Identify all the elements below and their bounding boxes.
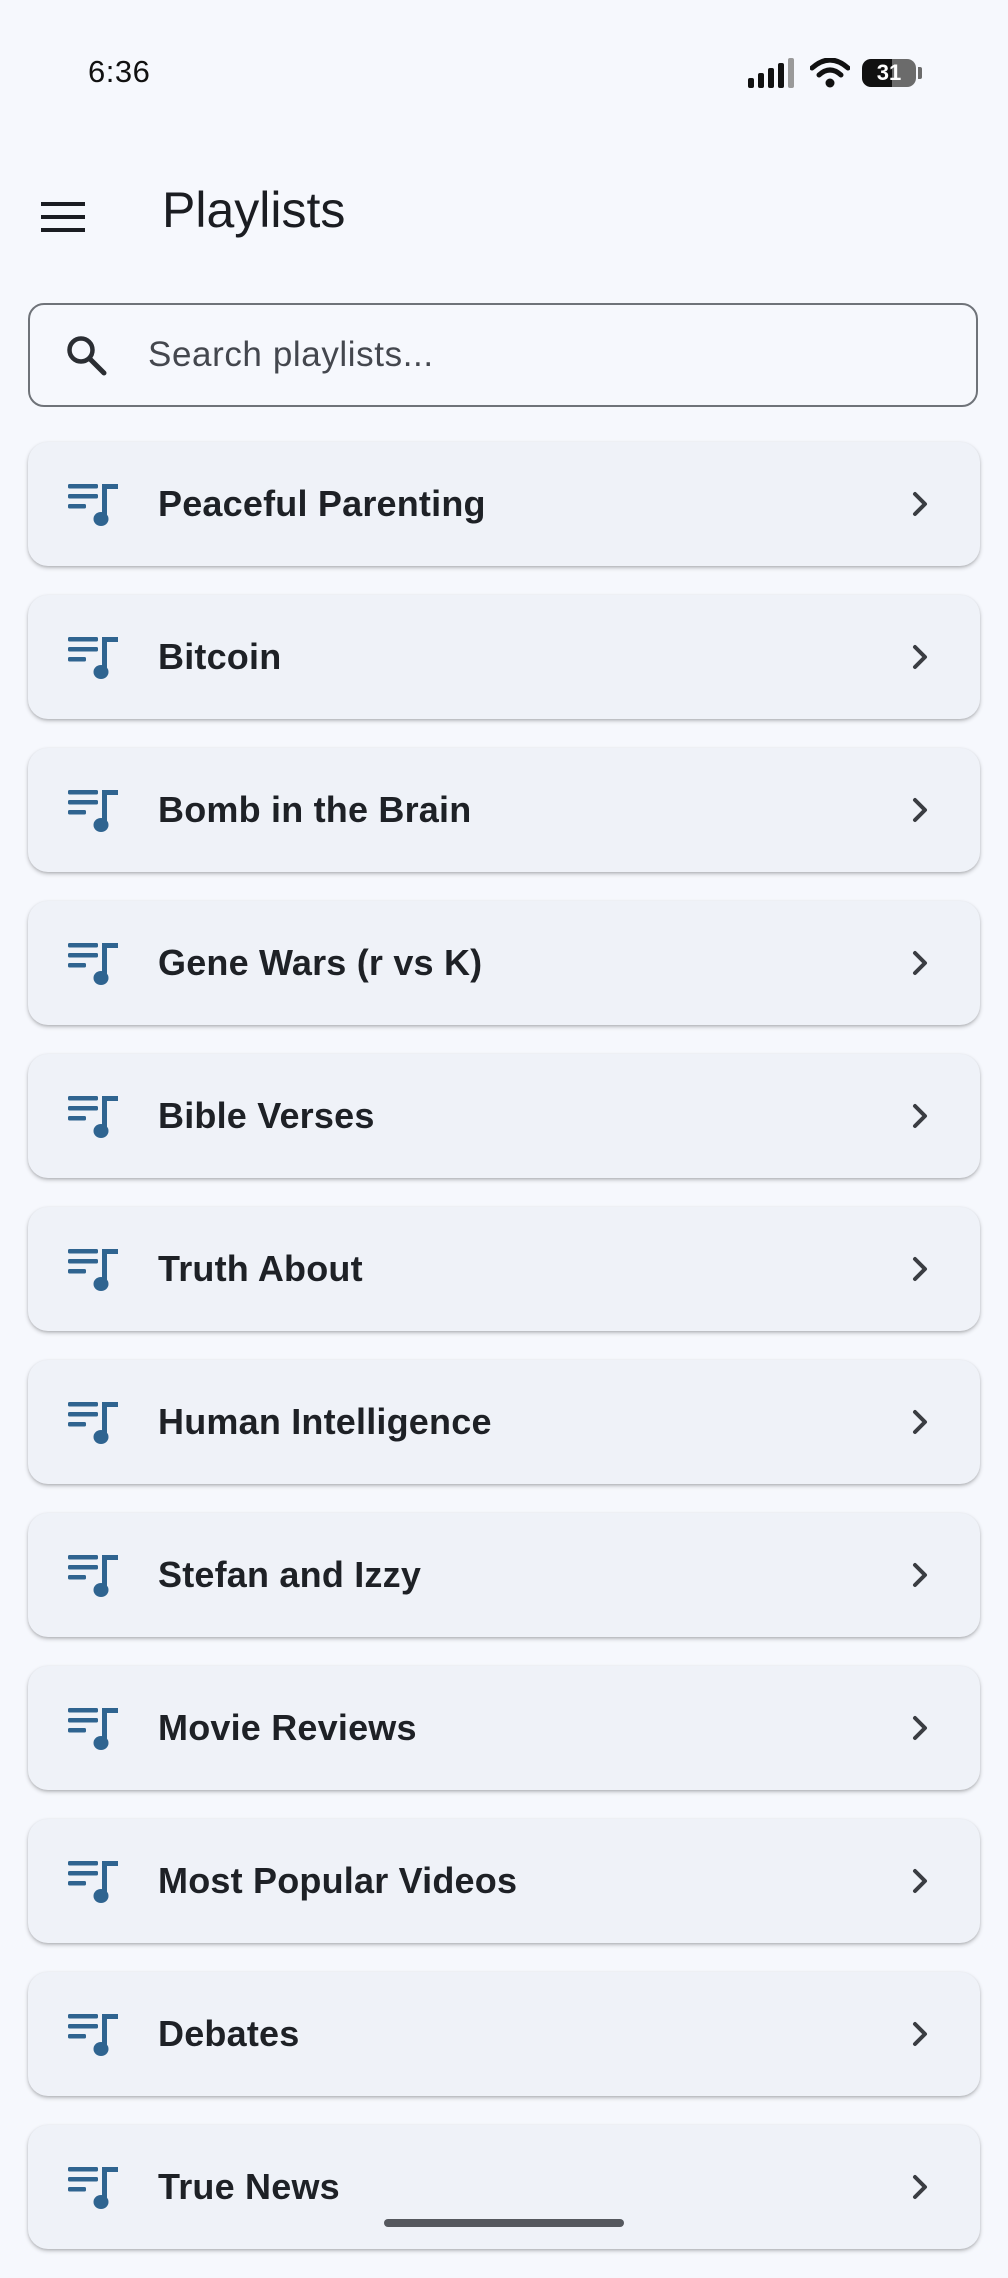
playlist-music-icon bbox=[68, 943, 118, 985]
battery-percentage: 31 bbox=[876, 60, 902, 85]
menu-button[interactable] bbox=[28, 182, 98, 252]
playlist-name: Debates bbox=[158, 2013, 300, 2054]
chevron-right-icon bbox=[913, 1716, 927, 1740]
playlist-item[interactable]: Gene Wars (r vs K) bbox=[28, 901, 980, 1025]
playlist-name: Human Intelligence bbox=[158, 1401, 492, 1442]
playlist-item[interactable]: Bible Verses bbox=[28, 1054, 980, 1178]
chevron-right-icon bbox=[913, 1104, 927, 1128]
playlist-item[interactable]: Most Popular Videos bbox=[28, 1819, 980, 1943]
playlist-item[interactable]: Bomb in the Brain bbox=[28, 748, 980, 872]
chevron-right-icon bbox=[913, 1257, 927, 1281]
playlist-music-icon bbox=[68, 1555, 118, 1597]
chevron-right-icon bbox=[913, 798, 927, 822]
status-bar: 6:36 31 bbox=[0, 0, 1008, 150]
page-title: Playlists bbox=[162, 182, 346, 238]
playlist-list: Peaceful Parenting Bitcoin Bomb in the B bbox=[28, 442, 980, 2278]
hamburger-menu-icon bbox=[41, 202, 85, 232]
chevron-right-icon bbox=[913, 492, 927, 516]
playlist-music-icon bbox=[68, 1708, 118, 1750]
chevron-right-icon bbox=[913, 2175, 927, 2199]
playlist-name: Bible Verses bbox=[158, 1095, 375, 1136]
chevron-right-icon bbox=[913, 1410, 927, 1434]
status-time: 6:36 bbox=[88, 54, 151, 89]
status-icons: 31 bbox=[748, 56, 922, 90]
playlist-item[interactable]: Movie Reviews bbox=[28, 1666, 980, 1790]
playlist-music-icon bbox=[68, 637, 118, 679]
playlist-music-icon bbox=[68, 790, 118, 832]
home-indicator[interactable] bbox=[384, 2219, 624, 2227]
playlist-name: True News bbox=[158, 2166, 340, 2207]
app-bar: Playlists bbox=[0, 160, 1008, 260]
playlist-name: Gene Wars (r vs K) bbox=[158, 942, 483, 983]
playlist-item[interactable]: Human Intelligence bbox=[28, 1360, 980, 1484]
playlist-music-icon bbox=[68, 1402, 118, 1444]
playlist-name: Truth About bbox=[158, 1248, 363, 1289]
chevron-right-icon bbox=[913, 1869, 927, 1893]
playlist-music-icon bbox=[68, 2014, 118, 2056]
playlist-item[interactable]: True News bbox=[28, 2125, 980, 2249]
playlist-name: Bitcoin bbox=[158, 636, 282, 677]
playlist-item[interactable]: Bitcoin bbox=[28, 595, 980, 719]
wifi-icon bbox=[810, 58, 850, 88]
playlist-music-icon bbox=[68, 1249, 118, 1291]
playlist-name: Most Popular Videos bbox=[158, 1860, 518, 1901]
cellular-signal-icon bbox=[748, 58, 794, 88]
chevron-right-icon bbox=[913, 1563, 927, 1587]
playlist-item[interactable]: Peaceful Parenting bbox=[28, 442, 980, 566]
playlist-name: Peaceful Parenting bbox=[158, 483, 486, 524]
playlist-name: Stefan and Izzy bbox=[158, 1554, 422, 1595]
battery-icon: 31 bbox=[862, 59, 922, 87]
chevron-right-icon bbox=[913, 951, 927, 975]
playlist-music-icon bbox=[68, 1861, 118, 1903]
playlist-item[interactable]: Stefan and Izzy bbox=[28, 1513, 980, 1637]
playlist-item[interactable]: Truth About bbox=[28, 1207, 980, 1331]
search-box[interactable] bbox=[28, 303, 978, 407]
playlist-name: Movie Reviews bbox=[158, 1707, 417, 1748]
chevron-right-icon bbox=[913, 2022, 927, 2046]
search-icon bbox=[60, 329, 112, 381]
playlist-name: Bomb in the Brain bbox=[158, 789, 472, 830]
chevron-right-icon bbox=[913, 645, 927, 669]
playlist-music-icon bbox=[68, 2167, 118, 2209]
playlist-item[interactable]: Debates bbox=[28, 1972, 980, 2096]
playlist-music-icon bbox=[68, 484, 118, 526]
search-input[interactable] bbox=[146, 334, 930, 376]
playlist-music-icon bbox=[68, 1096, 118, 1138]
